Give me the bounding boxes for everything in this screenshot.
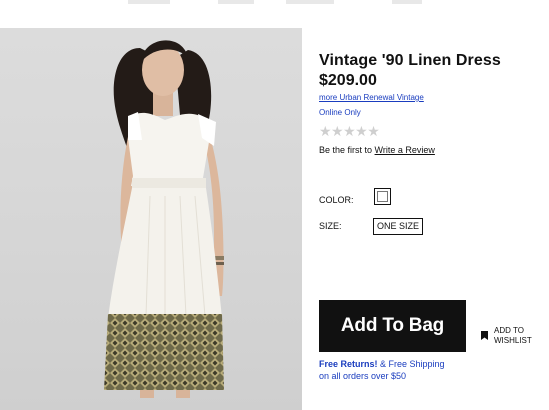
color-swatch[interactable] — [374, 188, 391, 205]
shipping-promo[interactable]: Free Returns! & Free Shipping on all ord… — [319, 358, 519, 382]
availability-label: Online Only — [319, 108, 361, 117]
wishlist-label-line2: WISHLIST — [494, 336, 532, 345]
size-label: SIZE: — [319, 221, 342, 231]
model-illustration — [104, 40, 224, 398]
top-strip-fragment — [218, 0, 254, 4]
free-shipping-text: & Free Shipping — [377, 359, 445, 369]
write-review-link[interactable]: Write a Review — [375, 145, 435, 155]
add-to-bag-button[interactable]: Add To Bag — [319, 300, 466, 352]
bookmark-icon — [481, 331, 488, 340]
product-price: $209.00 — [319, 72, 377, 89]
free-returns-text: Free Returns! — [319, 359, 378, 369]
size-option-one-size[interactable]: ONE SIZE — [373, 218, 424, 235]
wishlist-label-line1: ADD TO — [494, 326, 524, 335]
collection-link[interactable]: more Urban Renewal Vintage — [319, 93, 424, 102]
review-prompt: Be the first to Write a Review — [319, 145, 435, 155]
color-swatch-fill — [377, 191, 388, 202]
wishlist-label: ADD TO WISHLIST — [494, 326, 549, 346]
color-label: COLOR: — [319, 195, 354, 205]
product-title: Vintage '90 Linen Dress — [319, 52, 501, 69]
product-photo[interactable] — [0, 28, 302, 410]
review-prefix: Be the first to — [319, 145, 373, 155]
rating-stars[interactable]: ★★★★★ — [319, 123, 380, 140]
top-strip-fragment — [128, 0, 170, 4]
shipping-threshold-text: on all orders over $50 — [319, 371, 407, 381]
product-info-panel: Vintage '90 Linen Dress $209.00 more Urb… — [319, 0, 549, 410]
add-to-bag-label: Add To Bag — [340, 315, 445, 336]
star-icons: ★★★★★ — [319, 123, 380, 139]
